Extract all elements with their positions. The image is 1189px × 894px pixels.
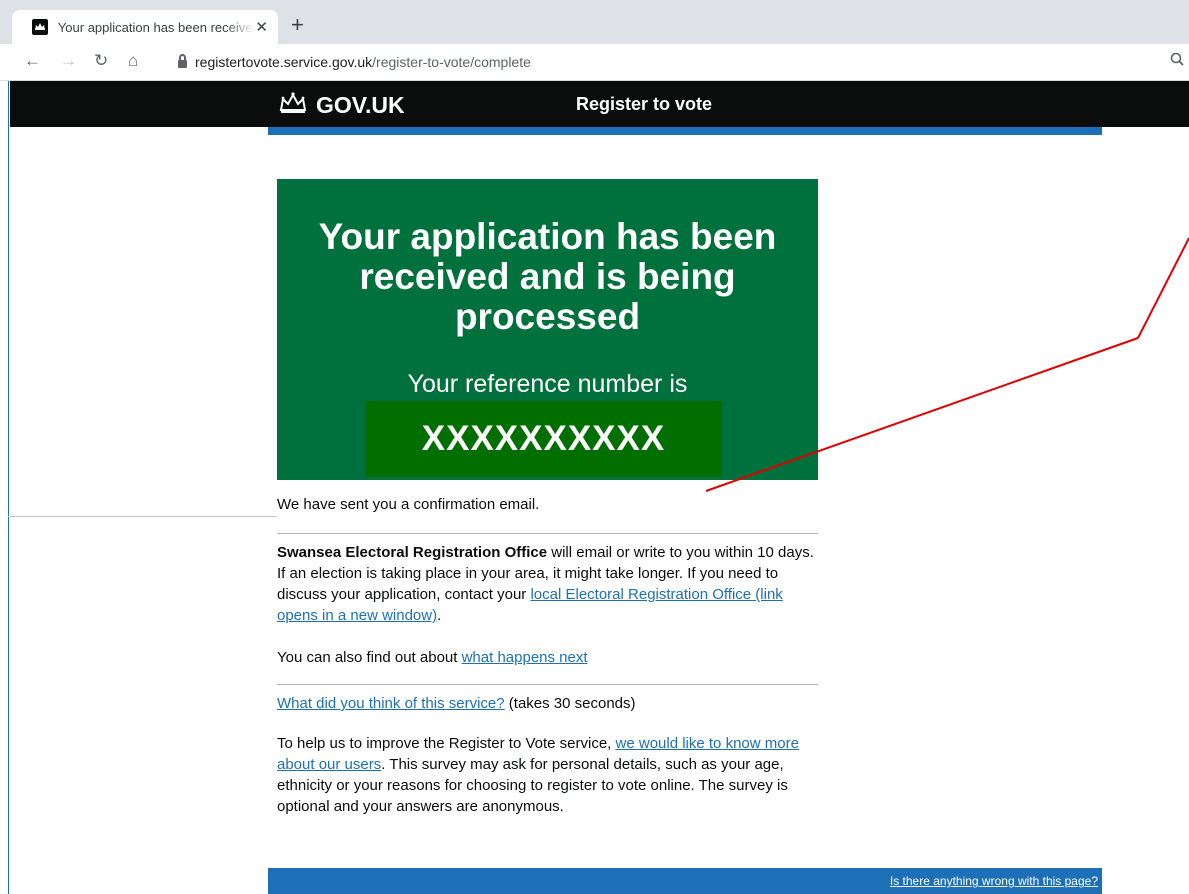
next-text: You can also find out about [277, 649, 462, 666]
forward-arrow-icon[interactable]: → [60, 51, 77, 71]
logo-text: GOV.UK [316, 91, 405, 118]
lock-icon [178, 54, 187, 68]
url-field[interactable]: registertovote.service.gov.uk/register-t… [178, 54, 531, 70]
browser-tab-bar: Your application has been received and i… [0, 0, 1189, 44]
annotation-line-upper [1137, 237, 1189, 339]
divider [277, 684, 818, 685]
url-host: registertovote.service.gov.uk [195, 54, 373, 70]
reference-label: Your reference number is [407, 370, 688, 398]
horizontal-rule [8, 516, 277, 517]
reload-icon[interactable]: ↻ [94, 51, 108, 71]
home-icon[interactable]: ⌂ [128, 51, 138, 71]
header-blue-bar [268, 127, 1102, 135]
panel-title: Your application has been received and i… [318, 216, 777, 337]
office-paragraph: Swansea Electoral Registration Office wi… [277, 542, 818, 626]
next-paragraph: You can also find out about what happens… [277, 647, 818, 668]
office-text-end: . [437, 607, 442, 624]
back-arrow-icon[interactable]: ← [24, 51, 41, 71]
what-happens-next-link[interactable]: what happens next [462, 649, 588, 666]
feedback-text: (takes 30 seconds) [504, 695, 636, 712]
survey-paragraph: To help us to improve the Register to Vo… [277, 733, 818, 817]
browser-tab[interactable]: Your application has been received and i… [12, 10, 278, 44]
feedback-footer: Is there anything wrong with this page? [268, 868, 1102, 894]
crown-favicon-icon [32, 19, 48, 35]
report-problem-link[interactable]: Is there anything wrong with this page? [890, 874, 1098, 888]
confirmation-panel: Your application has been received and i… [277, 179, 818, 480]
feedback-paragraph: What did you think of this service? (tak… [277, 693, 818, 714]
survey-text: To help us to improve the Register to Vo… [277, 735, 616, 752]
tab-title: Your application has been received and i… [57, 19, 256, 35]
reference-number: XXXXXXXXXX [365, 401, 722, 477]
crown-icon [278, 91, 308, 119]
service-name[interactable]: Register to vote [576, 94, 712, 115]
feedback-link[interactable]: What did you think of this service? [277, 695, 505, 712]
divider [277, 533, 818, 534]
office-name: Swansea Electoral Registration Office [277, 544, 548, 561]
confirmation-text: We have sent you a confirmation email. [277, 496, 540, 513]
address-bar: ← → ↻ ⌂ registertovote.service.gov.uk/re… [0, 44, 1189, 81]
govuk-logo[interactable]: GOV.UK [278, 91, 405, 119]
url-path: /register-to-vote/complete [372, 54, 531, 70]
page-frame-edge [8, 81, 9, 894]
new-tab-icon[interactable]: + [291, 12, 304, 38]
zoom-icon[interactable] [1170, 52, 1184, 71]
tab-close-icon[interactable]: ✕ [255, 18, 268, 36]
govuk-header: GOV.UK Register to vote [10, 81, 1189, 127]
